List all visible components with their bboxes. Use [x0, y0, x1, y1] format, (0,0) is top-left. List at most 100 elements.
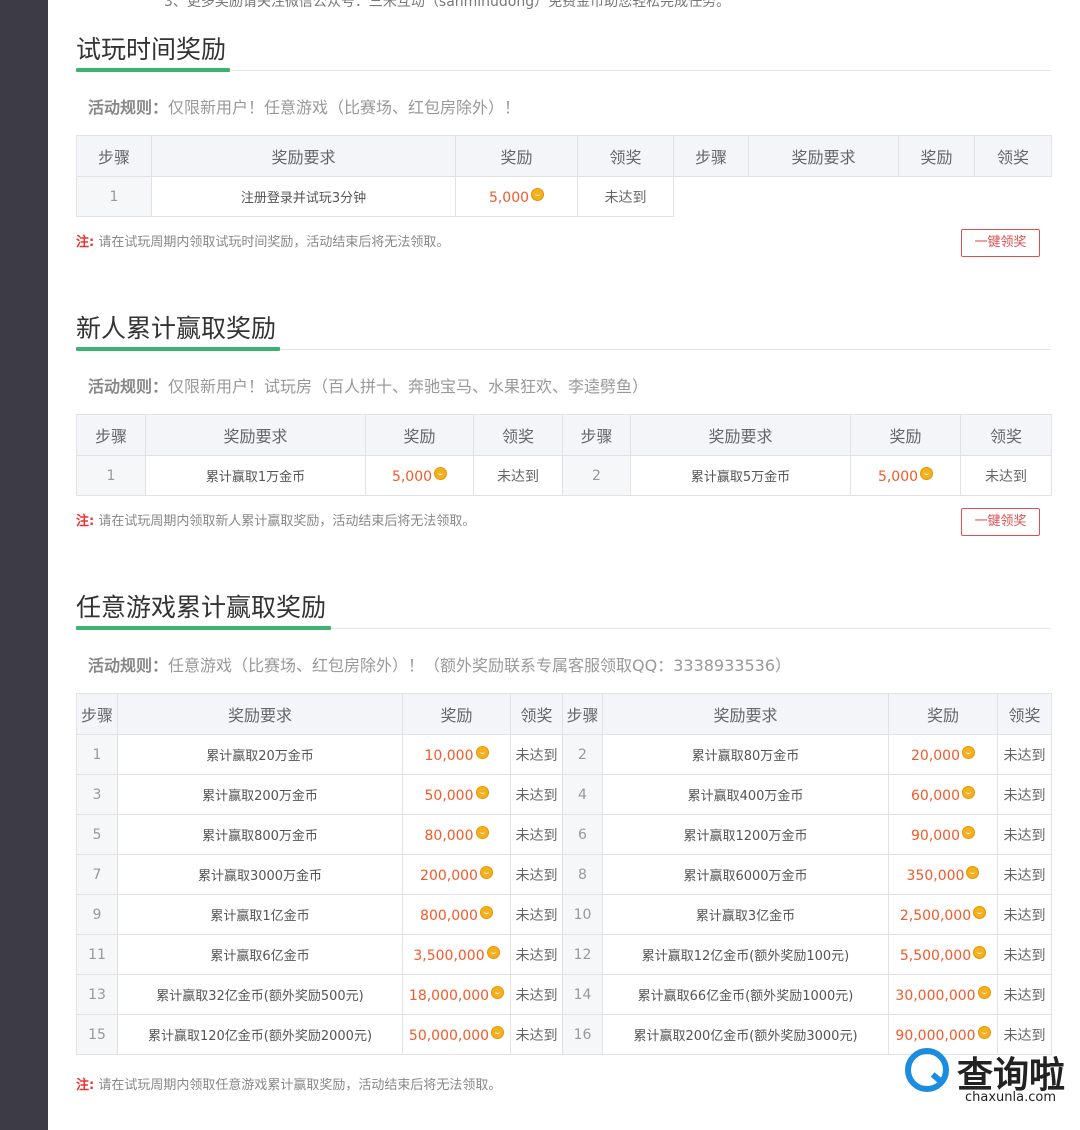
- reward-cell: 60,000: [888, 774, 998, 815]
- table-row: 1 累计赢取1万金币 5,000 未达到 2 累计赢取5万金币 5,000 未达…: [76, 455, 1052, 496]
- coin-icon: [962, 745, 975, 759]
- title-underline: [76, 68, 230, 72]
- col-req: 奖励要求: [145, 414, 366, 456]
- col-req: 奖励要求: [602, 693, 889, 735]
- coin-icon: [475, 785, 489, 799]
- reward-cell: 50,000: [402, 774, 511, 815]
- coin-icon: [977, 1025, 991, 1039]
- col-req: 奖励要求: [151, 135, 456, 177]
- step-cell: 11: [76, 934, 118, 975]
- requirement-cell: 累计赢取80万金币: [602, 734, 889, 775]
- claim-status: 未达到: [997, 814, 1052, 855]
- claim-status: 未达到: [510, 934, 563, 975]
- step-cell: 12: [562, 934, 603, 975]
- reward-table: 步骤 奖励要求 奖励 领奖 步骤 奖励要求 奖励 领奖 1 注册登录并试玩3分钟…: [76, 135, 1052, 217]
- activity-rule: 活动规则：仅限新用户！试玩房（百人拼十、奔驰宝马、水果狂欢、李逵劈鱼）: [88, 377, 649, 396]
- section-any-game-win: 任意游戏累计赢取奖励 活动规则：任意游戏（比赛场、红包房除外）！（额外奖励联系专…: [76, 586, 1052, 1093]
- claim-all-button[interactable]: 一键领奖: [961, 229, 1040, 257]
- empty-cell: [899, 177, 975, 217]
- magnifier-icon: [905, 1048, 949, 1092]
- step-cell: 13: [76, 974, 118, 1015]
- step-cell: 5: [76, 814, 118, 855]
- requirement-cell: 累计赢取3000万金币: [117, 854, 403, 895]
- requirement-cell: 累计赢取3亿金币: [602, 894, 889, 935]
- coin-icon: [973, 945, 987, 959]
- col-reward: 奖励: [888, 693, 998, 735]
- reward-cell: 800,000: [402, 894, 511, 935]
- reward-cell: 350,000: [888, 854, 998, 895]
- step-cell: 1: [76, 176, 152, 217]
- coin-icon: [962, 825, 975, 839]
- section-note: 注: 请在试玩周期内领取新人累计赢取奖励，活动结束后将无法领取。: [76, 514, 476, 529]
- claim-status: 未达到: [510, 974, 563, 1015]
- claim-status: 未达到: [473, 455, 563, 496]
- col-claim: 领奖: [577, 135, 674, 177]
- col-req: 奖励要求: [630, 414, 851, 456]
- col-step: 步骤: [76, 414, 146, 456]
- activity-rule: 活动规则：仅限新用户！任意游戏（比赛场、红包房除外）！: [88, 98, 521, 117]
- col-step: 步骤: [76, 135, 152, 177]
- col-reward: 奖励: [898, 135, 975, 177]
- table-row: 13 累计赢取32亿金币(额外奖励500元) 18,000,000 未达到 14 累计赢取…: [76, 974, 1052, 1015]
- step-cell: 2: [562, 734, 603, 775]
- coin-icon: [486, 945, 500, 959]
- col-claim: 领奖: [473, 414, 563, 456]
- coin-icon: [479, 905, 493, 919]
- coin-icon: [973, 905, 987, 919]
- coin-icon: [491, 985, 505, 999]
- col-step: 步骤: [562, 693, 603, 735]
- reward-cell: 10,000: [402, 734, 511, 775]
- table-header-row: 步骤 奖励要求 奖励 领奖 步骤 奖励要求 奖励 领奖: [76, 414, 1052, 456]
- col-reward: 奖励: [850, 414, 961, 456]
- claim-status: 未达到: [960, 455, 1052, 496]
- requirement-cell: 累计赢取12亿金币(额外奖励100元): [602, 934, 889, 975]
- section-newbie-win: 新人累计赢取奖励 活动规则：仅限新用户！试玩房（百人拼十、奔驰宝马、水果狂欢、李…: [76, 307, 1052, 536]
- col-claim: 领奖: [960, 414, 1052, 456]
- claim-status: 未达到: [997, 894, 1052, 935]
- reward-cell: 80,000: [402, 814, 511, 855]
- reward-cell: 3,500,000: [402, 934, 511, 975]
- coin-icon: [475, 745, 489, 759]
- col-req: 奖励要求: [748, 135, 899, 177]
- coin-icon: [531, 187, 545, 201]
- table-row: 9 累计赢取1亿金币 800,000 未达到 10 累计赢取3亿金币 2,500,000 未达…: [76, 894, 1052, 935]
- claim-status: 未达到: [510, 814, 563, 855]
- reward-table: 步骤 奖励要求 奖励 领奖 步骤 奖励要求 奖励 领奖 1 累计赢取1万金币 5…: [76, 414, 1052, 496]
- step-cell: 4: [562, 774, 603, 815]
- requirement-cell: 累计赢取20万金币: [117, 734, 403, 775]
- section-note: 注: 请在试玩周期内领取任意游戏累计赢取奖励，活动结束后将无法领取。: [76, 1078, 502, 1093]
- section-title-wrap: 试玩时间奖励: [76, 28, 1051, 72]
- claim-status: 未达到: [510, 894, 563, 935]
- col-reward: 奖励: [402, 693, 511, 735]
- reward-cell: 20,000: [888, 734, 998, 775]
- col-step: 步骤: [76, 693, 118, 735]
- step-cell: 14: [562, 974, 603, 1015]
- claim-status: 未达到: [997, 734, 1052, 775]
- coin-icon: [977, 985, 991, 999]
- left-sidebar: [0, 0, 48, 1130]
- claim-status: 未达到: [510, 1014, 563, 1055]
- reward-cell: 50,000,000: [402, 1014, 511, 1055]
- step-cell: 9: [76, 894, 118, 935]
- coin-icon: [475, 825, 489, 839]
- reward-cell: 90,000: [888, 814, 998, 855]
- claim-status: 未达到: [510, 734, 563, 775]
- claim-all-button[interactable]: 一键领奖: [961, 508, 1040, 536]
- section-title: 任意游戏累计赢取奖励: [76, 593, 327, 622]
- reward-cell: 5,500,000: [888, 934, 998, 975]
- coin-icon: [966, 865, 980, 879]
- reward-cell: 5,000: [455, 176, 578, 217]
- reward-cell: 5,000: [850, 455, 961, 496]
- requirement-cell: 累计赢取32亿金币(额外奖励500元): [117, 974, 403, 1015]
- col-step: 步骤: [673, 135, 749, 177]
- reward-cell: 18,000,000: [402, 974, 511, 1015]
- coin-icon: [920, 466, 934, 480]
- requirement-cell: 累计赢取1万金币: [145, 455, 366, 496]
- reward-cell: 2,500,000: [888, 894, 998, 935]
- table-row: 3 累计赢取200万金币 50,000 未达到 4 累计赢取400万金币 60,000 未达到: [76, 774, 1052, 815]
- requirement-cell: 累计赢取120亿金币(额外奖励2000元): [117, 1014, 403, 1055]
- claim-status: 未达到: [577, 176, 674, 217]
- step-cell: 8: [562, 854, 603, 895]
- requirement-cell: 累计赢取6000万金币: [602, 854, 889, 895]
- title-underline: [76, 347, 280, 351]
